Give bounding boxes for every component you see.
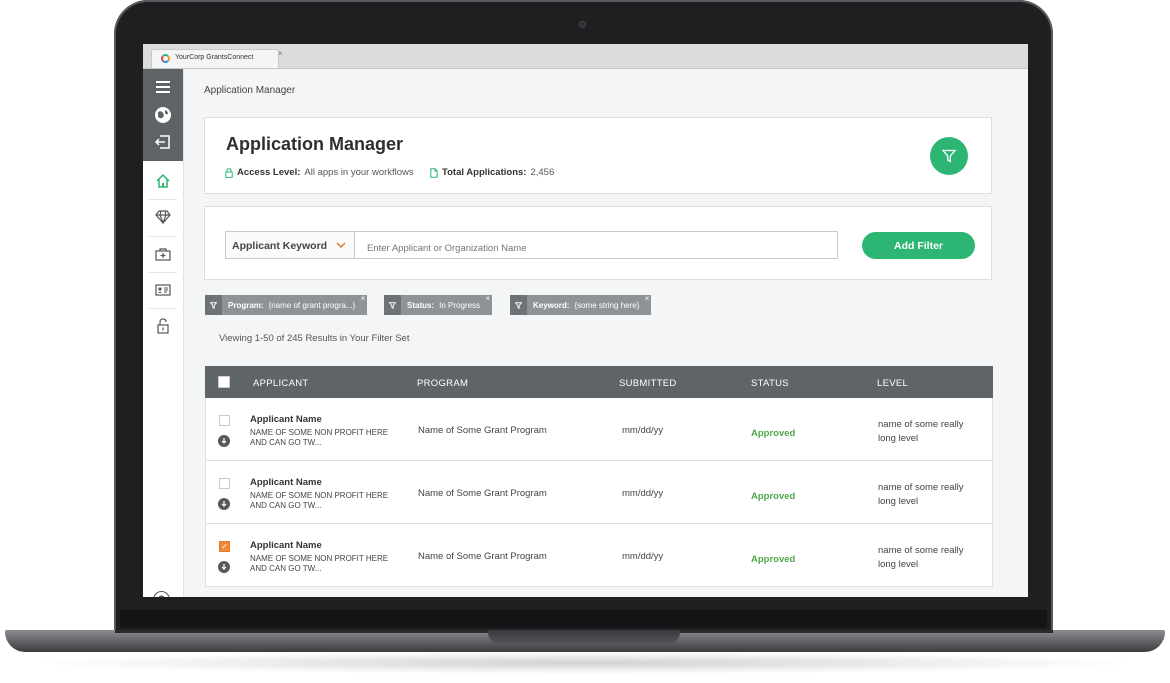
access-level-value: All apps in your workflows [304, 167, 414, 178]
applicant-name[interactable]: Applicant Name [250, 540, 322, 551]
table-header: APPLICANT PROGRAM SUBMITTED STATUS LEVEL [205, 366, 993, 398]
filter-button[interactable] [930, 137, 968, 175]
access-level: Access Level: All apps in your workflows [225, 167, 414, 178]
sidebar-top [143, 69, 183, 161]
laptop-notch [488, 630, 680, 644]
table-row[interactable]: ✓ Applicant Name NAME OF SOME NON PROFIT… [205, 524, 993, 587]
row-checkbox[interactable]: ✓ [219, 541, 230, 552]
status-badge: Approved [751, 428, 796, 439]
browser-tab-bar: YourCorp GrantsConnect × [143, 44, 1028, 69]
funnel-icon [384, 295, 401, 315]
program-name: Name of Some Grant Program [418, 425, 547, 436]
tab-title: YourCorp GrantsConnect [175, 54, 254, 61]
level-name: name of some really long level [878, 482, 964, 507]
app-logo-icon [161, 54, 170, 63]
organization-name: NAME OF SOME NON PROFIT HERE AND CAN GO … [250, 491, 389, 510]
access-level-label: Access Level: [237, 167, 301, 178]
submitted-date: mm/dd/yy [622, 551, 664, 562]
close-tab-icon[interactable]: × [278, 49, 283, 58]
close-icon[interactable]: × [645, 294, 650, 303]
filter-chip-label: Program: [228, 300, 264, 310]
program-name: Name of Some Grant Program [418, 551, 547, 562]
sidebar-divider [149, 236, 177, 237]
screen: YourCorp GrantsConnect × Application Man… [143, 44, 1028, 597]
column-header-program[interactable]: PROGRAM [417, 378, 468, 389]
status-badge: Approved [751, 554, 796, 565]
filter-chip-label: Keyword: [533, 300, 570, 310]
keyword-select-label: Applicant Keyword [232, 240, 328, 252]
download-icon[interactable] [218, 561, 230, 573]
filter-chip-program[interactable]: Program: {name of grant progra...} × [205, 294, 368, 315]
logout-icon[interactable] [151, 130, 175, 154]
camera [579, 21, 586, 28]
total-applications-label: Total Applications: [442, 167, 527, 178]
filter-chip-status[interactable]: Status: In Progress × [384, 294, 493, 315]
funnel-icon [942, 149, 956, 163]
applicant-name[interactable]: Applicant Name [250, 414, 322, 425]
diamond-icon[interactable] [151, 205, 175, 229]
page-title: Application Manager [226, 134, 404, 154]
screen-bezel [120, 610, 1047, 628]
applicant-name[interactable]: Applicant Name [250, 477, 322, 488]
document-icon [430, 167, 438, 178]
close-icon[interactable]: × [361, 294, 366, 303]
row-checkbox[interactable] [219, 415, 230, 426]
filter-chip-value: {name of grant progra...} [268, 300, 356, 310]
results-count: Viewing 1-50 of 245 Results in Your Filt… [219, 333, 410, 344]
browser-tab[interactable]: YourCorp GrantsConnect × [151, 49, 283, 68]
submitted-date: mm/dd/yy [622, 488, 664, 499]
organization-name: NAME OF SOME NON PROFIT HERE AND CAN GO … [250, 428, 389, 447]
laptop-shadow [30, 652, 1140, 674]
funnel-icon [205, 295, 222, 315]
id-card-icon[interactable] [151, 278, 175, 302]
funnel-icon [510, 295, 527, 315]
globe-icon[interactable] [151, 103, 175, 127]
sidebar-divider [149, 308, 177, 309]
breadcrumb: Application Manager [204, 85, 296, 96]
filter-chip-label: Status: [407, 300, 435, 310]
filter-chip-text: Program: {name of grant progra...} [222, 301, 367, 310]
program-name: Name of Some Grant Program [418, 488, 547, 499]
menu-icon[interactable] [151, 75, 175, 99]
column-header-applicant[interactable]: APPLICANT [253, 378, 309, 389]
status-badge: Approved [751, 491, 796, 502]
column-header-status[interactable]: STATUS [751, 378, 789, 389]
search-input[interactable] [354, 231, 838, 259]
download-icon[interactable] [218, 498, 230, 510]
total-applications: Total Applications: 2,456 [430, 167, 554, 178]
table-row[interactable]: Applicant Name NAME OF SOME NON PROFIT H… [205, 398, 993, 461]
briefcase-icon[interactable] [151, 242, 175, 266]
table-row[interactable]: Applicant Name NAME OF SOME NON PROFIT H… [205, 461, 993, 524]
download-icon[interactable] [218, 435, 230, 447]
filter-chip-text: Status: In Progress [401, 301, 492, 310]
level-name: name of some really long level [878, 545, 964, 570]
sidebar: ? [143, 69, 184, 597]
level-name: name of some really long level [878, 419, 964, 444]
help-icon[interactable]: ? [153, 591, 170, 597]
chevron-down-icon [336, 242, 346, 248]
close-icon[interactable]: × [485, 294, 490, 303]
home-icon[interactable] [151, 169, 175, 193]
column-header-level[interactable]: LEVEL [877, 378, 908, 389]
filter-chip-value: {some string here} [574, 300, 640, 310]
sidebar-divider [149, 199, 177, 200]
organization-name: NAME OF SOME NON PROFIT HERE AND CAN GO … [250, 554, 389, 573]
add-filter-button[interactable]: Add Filter [862, 232, 975, 259]
unlock-icon[interactable] [151, 314, 175, 338]
row-checkbox[interactable] [219, 478, 230, 489]
applications-table: APPLICANT PROGRAM SUBMITTED STATUS LEVEL… [205, 366, 993, 587]
lock-icon [225, 167, 233, 178]
total-applications-value: 2,456 [530, 167, 555, 178]
search-card: Applicant Keyword Add Filter [204, 206, 992, 280]
keyword-select[interactable]: Applicant Keyword [225, 231, 355, 259]
header-card: Application Manager Access Level: All ap… [204, 117, 992, 194]
submitted-date: mm/dd/yy [622, 425, 664, 436]
filter-chip-text: Keyword: {some string here} [527, 301, 651, 310]
select-all-checkbox[interactable] [218, 376, 230, 388]
filter-chip-keyword[interactable]: Keyword: {some string here} × [510, 294, 652, 315]
filter-chip-value: In Progress [439, 300, 481, 310]
column-header-submitted[interactable]: SUBMITTED [619, 378, 677, 389]
sidebar-divider [149, 272, 177, 273]
